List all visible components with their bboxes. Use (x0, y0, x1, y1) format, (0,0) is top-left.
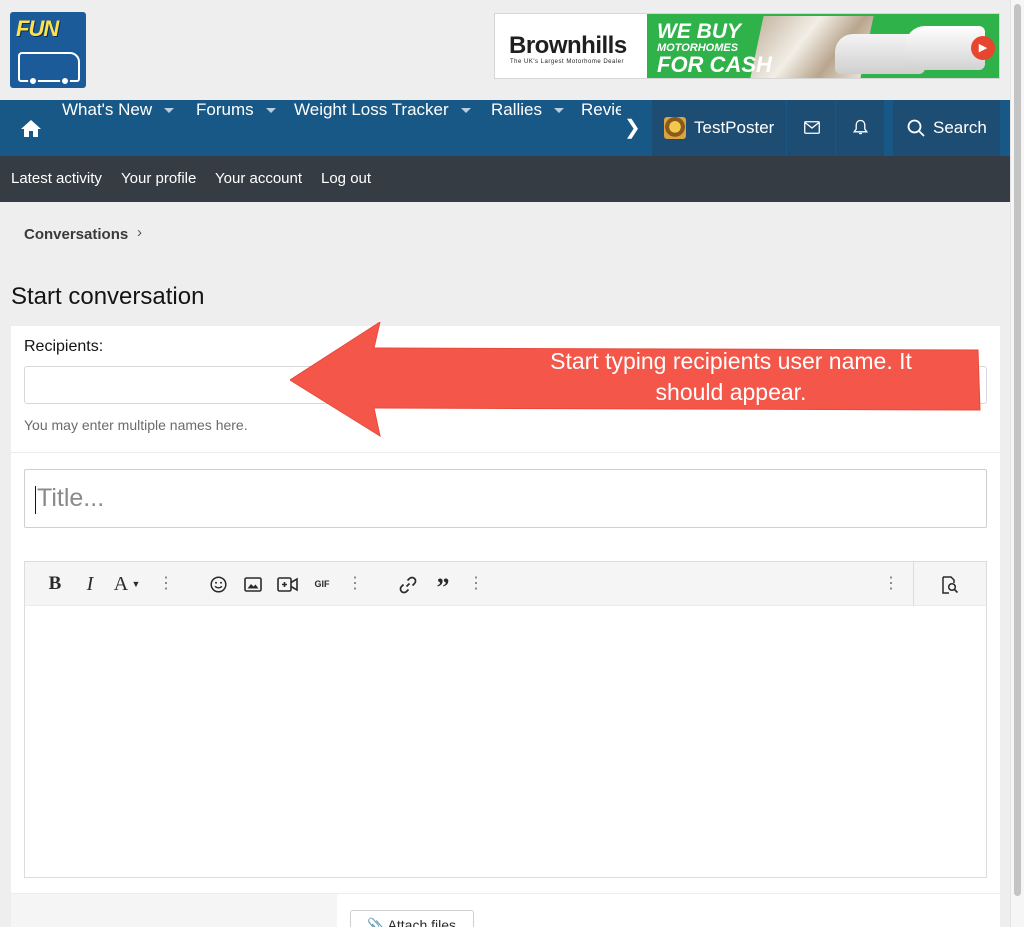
divider (337, 893, 1000, 894)
preview-icon (942, 576, 959, 594)
caret-down-icon[interactable]: ▼ (131, 562, 141, 606)
annotation-text: Start typing recipients user name. It sh… (496, 346, 966, 408)
more-options-icon[interactable]: ⋮ (347, 562, 363, 606)
search-label: Search (933, 118, 987, 137)
scrollbar-thumb[interactable] (1014, 4, 1021, 896)
advert-banner[interactable]: Brownhills The UK's Largest Motorhome De… (494, 13, 1000, 79)
quote-icon[interactable]: ” (431, 562, 455, 606)
annotation-line: should appear. (655, 379, 807, 405)
page-title: Start conversation (11, 283, 205, 310)
title-placeholder: Title... (37, 484, 105, 512)
smiley-icon[interactable] (210, 576, 227, 593)
motorhome-icon (18, 52, 80, 82)
subnav-log-out[interactable]: Log out (321, 156, 371, 202)
nav-item-forums[interactable]: Forums (196, 100, 276, 156)
nav-item-reviews[interactable]: Revie (581, 100, 621, 156)
subnav-your-account[interactable]: Your account (215, 156, 302, 202)
user-name: TestPoster (694, 118, 775, 137)
banner-headline: WE BUY (657, 20, 741, 43)
gif-button[interactable]: GIF (311, 562, 333, 606)
divider (11, 452, 1000, 453)
home-icon[interactable] (20, 118, 42, 138)
chevron-right-icon[interactable]: ❯ (624, 100, 641, 156)
message-editor[interactable]: B I A ▼ ⋮ GIF ⋮ ” ⋮ ⋮ (24, 561, 987, 878)
main-nav: What's New Forums Weight Loss Tracker Ra… (0, 100, 1010, 156)
bell-icon (853, 119, 868, 135)
avatar (664, 117, 686, 139)
form-footer-label-column (11, 893, 337, 927)
envelope-icon (804, 121, 820, 134)
italic-button[interactable]: I (80, 562, 100, 606)
caret-down-icon[interactable] (164, 108, 175, 114)
site-header: FUN Brownhills The UK's Largest Motorhom… (0, 0, 1010, 100)
alerts-button[interactable] (836, 100, 884, 156)
paperclip-icon: 📎 (367, 917, 385, 927)
user-menu[interactable]: TestPoster (652, 100, 786, 156)
breadcrumb[interactable]: Conversations (24, 226, 128, 243)
title-input[interactable]: Title... (24, 469, 987, 528)
nav-item-whats-new[interactable]: What's New (62, 100, 175, 156)
nav-item-label: Rallies (491, 100, 543, 119)
attach-files-button[interactable]: 📎 Attach files (350, 910, 474, 927)
bold-button[interactable]: B (45, 562, 65, 606)
site-logo[interactable]: FUN (10, 12, 86, 88)
nav-item-label: What's New (62, 100, 153, 119)
more-options-icon[interactable]: ⋮ (468, 562, 484, 606)
nav-item-label: Forums (196, 100, 254, 119)
inbox-button[interactable] (787, 100, 835, 156)
banner-headline: FOR CASH (657, 52, 772, 77)
search-button[interactable]: Search (893, 100, 1000, 156)
wheel-icon (28, 76, 38, 86)
logo-text: FUN (16, 16, 59, 41)
banner-tagline: The UK's Largest Motorhome Dealer (510, 59, 625, 65)
editor-toolbar: B I A ▼ ⋮ GIF ⋮ ” ⋮ ⋮ (25, 562, 986, 606)
search-icon (907, 119, 925, 137)
sub-nav: Latest activity Your profile Your accoun… (0, 156, 1010, 202)
more-options-icon[interactable]: ⋮ (158, 562, 174, 606)
caret-down-icon[interactable] (554, 108, 565, 114)
recipients-label: Recipients: (24, 338, 104, 355)
annotation-line: Start typing recipients user name. It (550, 348, 912, 374)
video-icon[interactable] (277, 577, 298, 592)
nav-item-label: Revie (581, 100, 621, 119)
caret-down-icon[interactable] (265, 108, 276, 114)
attach-label: Attach files (387, 917, 457, 927)
preview-button[interactable] (913, 562, 986, 606)
nav-item-label: Weight Loss Tracker (294, 100, 449, 119)
nav-item-rallies[interactable]: Rallies (491, 100, 565, 156)
nav-item-weight-loss-tracker[interactable]: Weight Loss Tracker (294, 100, 471, 156)
wheel-icon (60, 76, 70, 86)
scrollbar[interactable] (1010, 0, 1024, 927)
link-icon[interactable] (399, 576, 417, 594)
play-icon: ▶ (971, 36, 995, 60)
chevron-right-icon: › (137, 224, 142, 241)
subnav-your-profile[interactable]: Your profile (121, 156, 196, 202)
subnav-latest-activity[interactable]: Latest activity (11, 156, 102, 202)
caret-down-icon[interactable] (460, 108, 471, 114)
font-style-button[interactable]: A (111, 562, 131, 606)
more-options-icon[interactable]: ⋮ (883, 562, 899, 606)
image-icon[interactable] (244, 577, 262, 592)
recipients-hint: You may enter multiple names here. (24, 417, 248, 433)
banner-brand: Brownhills (509, 32, 627, 59)
text-cursor (35, 486, 36, 514)
